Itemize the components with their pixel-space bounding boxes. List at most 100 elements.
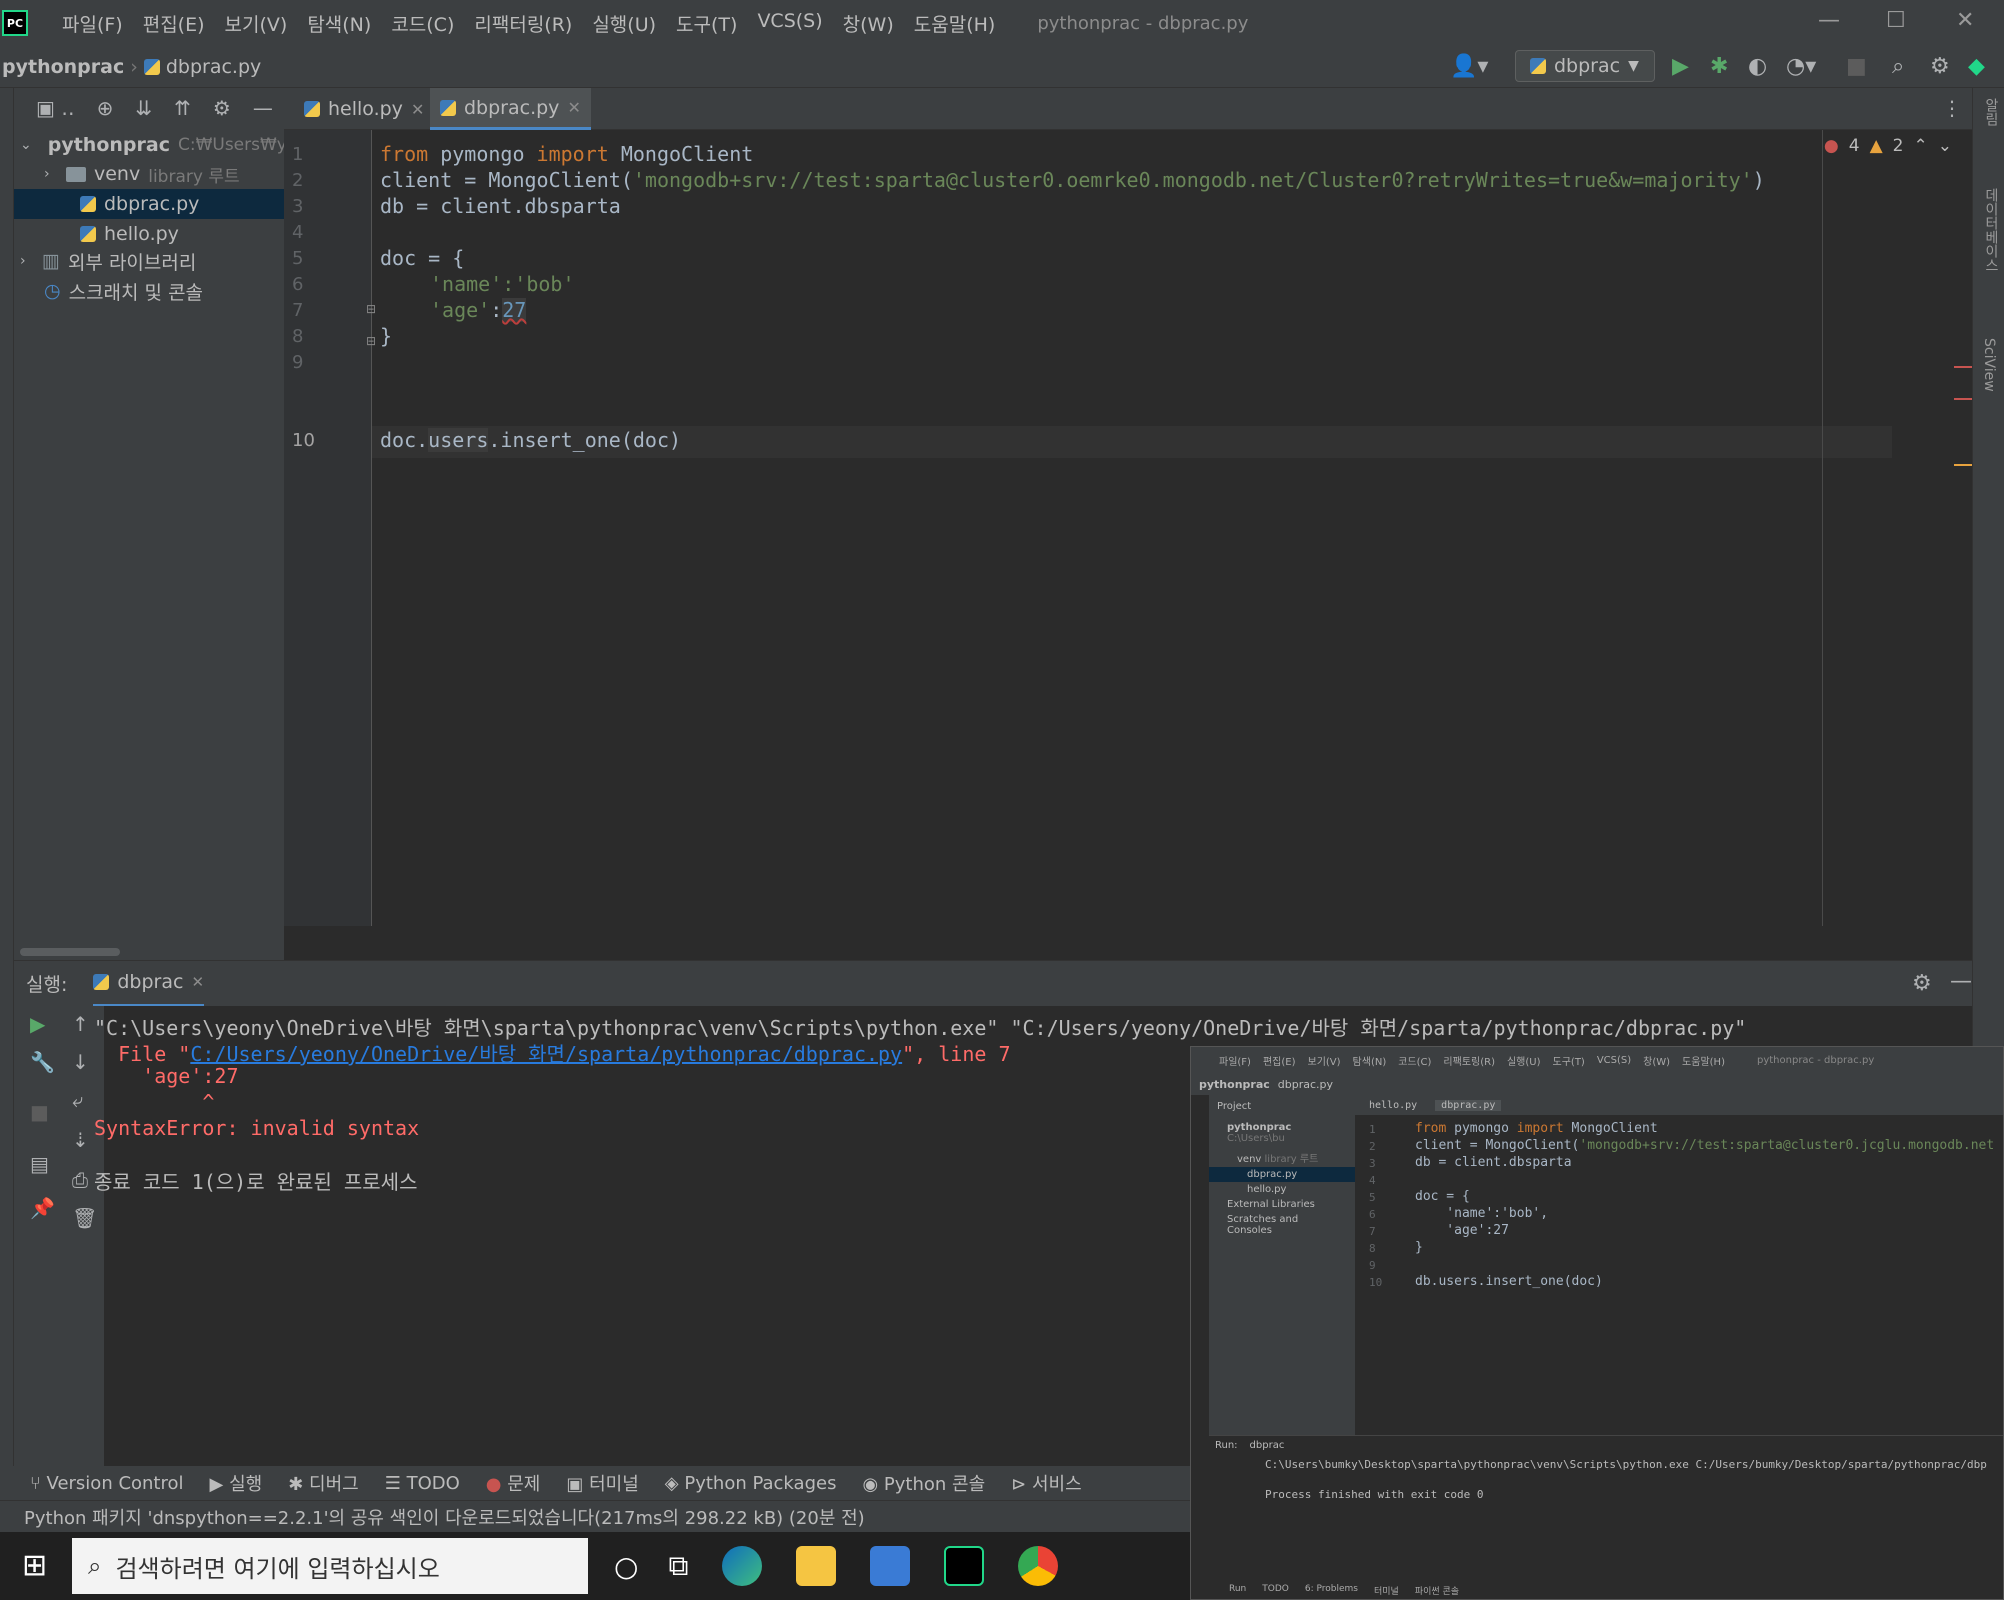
wrench-icon[interactable]: 🔧: [30, 1050, 55, 1074]
search-icon[interactable]: ⌕: [1892, 54, 1904, 79]
expand-all-icon[interactable]: ⇊: [135, 96, 152, 120]
layout-icon[interactable]: ▤: [30, 1152, 49, 1176]
tab-hello[interactable]: hello.py ✕: [294, 88, 434, 130]
tool-debug[interactable]: ✱ 디버그: [288, 1470, 359, 1496]
scroll-to-end-icon[interactable]: ⇣: [72, 1128, 89, 1152]
arrow-down-icon[interactable]: ↓: [72, 1050, 89, 1074]
user-icon[interactable]: 👤▾: [1450, 54, 1488, 79]
chrome-icon[interactable]: [1018, 1546, 1059, 1586]
error-stripe-marker[interactable]: [1954, 398, 1972, 400]
close-tab-icon[interactable]: ✕: [567, 98, 580, 117]
arrow-up-icon[interactable]: ↑: [72, 1012, 89, 1036]
pin-icon[interactable]: 📌: [30, 1196, 55, 1220]
tool-services[interactable]: ⊳ 서비스: [1011, 1470, 1082, 1496]
menu-refactor[interactable]: 리팩터링(R): [464, 10, 582, 37]
tool-terminal[interactable]: ▣ 터미널: [566, 1470, 638, 1496]
tool-version-control[interactable]: ⑂ Version Control: [30, 1473, 184, 1494]
terminal-icon: ▣: [566, 1474, 590, 1495]
menu-code[interactable]: 코드(C): [381, 10, 464, 37]
print-icon[interactable]: ⎙: [72, 1168, 88, 1192]
cortana-icon[interactable]: ○: [614, 1550, 638, 1583]
maximize-icon[interactable]: ☐: [1886, 8, 1906, 33]
menu-file[interactable]: 파일(F): [52, 10, 133, 37]
console-syntax-error: SyntaxError: invalid syntax: [94, 1116, 420, 1140]
run-tab-dbprac[interactable]: dbprac ✕: [93, 961, 205, 1007]
warning-stripe-marker[interactable]: [1954, 464, 1972, 466]
edge-icon[interactable]: [722, 1546, 763, 1586]
close-window-icon[interactable]: ✕: [1956, 8, 1974, 33]
hide-icon[interactable]: —: [253, 96, 273, 120]
menu-run[interactable]: 실행(U): [582, 10, 666, 37]
horizontal-scrollbar[interactable]: [20, 948, 120, 956]
fold-icon[interactable]: ⊟: [366, 334, 376, 348]
rerun-icon[interactable]: ▶: [30, 1012, 45, 1036]
file-explorer-icon[interactable]: [796, 1546, 837, 1586]
tree-item-hello[interactable]: hello.py: [80, 219, 179, 249]
chevron-up-icon[interactable]: ⌃: [1914, 136, 1928, 156]
hide-panel-icon[interactable]: —: [1950, 969, 1972, 994]
debug-icon[interactable]: ✱: [1710, 54, 1728, 79]
error-stripe-marker[interactable]: [1954, 366, 1972, 368]
notifications-tab[interactable]: 알림: [1981, 98, 2001, 126]
minimize-icon[interactable]: —: [1818, 8, 1840, 33]
tree-item-external-libraries[interactable]: › ▥ 외부 라이브러리: [20, 246, 196, 276]
settings-icon[interactable]: ⚙: [1930, 54, 1950, 79]
tree-item-scratches[interactable]: ◷ 스크래치 및 콘솔: [44, 276, 203, 306]
soft-wrap-icon[interactable]: ⤶: [72, 1088, 83, 1112]
tool-python-console[interactable]: ◉ Python 콘솔: [862, 1470, 985, 1496]
tool-todo[interactable]: ☰ TODO: [385, 1473, 460, 1494]
tree-item-dbprac[interactable]: dbprac.py: [14, 189, 284, 219]
code-editor[interactable]: 1 2 3 4 5 6 7 8 9 10 ⊟ ⊟ from pymongo im…: [284, 130, 1972, 960]
close-tab-icon[interactable]: ✕: [411, 100, 424, 119]
locate-icon[interactable]: ⊕: [97, 96, 114, 120]
menu-tools[interactable]: 도구(T): [666, 10, 747, 37]
console-file-link[interactable]: C:/Users/yeony/OneDrive/바탕 화면/sparta/pyt…: [190, 1042, 902, 1066]
tree-item-venv[interactable]: › venv library 루트: [44, 159, 240, 189]
pycharm-taskbar-icon[interactable]: [944, 1546, 985, 1586]
stop-icon[interactable]: ■: [30, 1100, 49, 1124]
tool-run[interactable]: ▶ 실행: [210, 1470, 263, 1496]
database-tab[interactable]: 데이터베이스: [1981, 188, 2001, 272]
windows-taskbar: ⊞ ⌕ 검색하려면 여기에 입력하십시오 ○ ⧉: [0, 1532, 1190, 1600]
run-configuration-select[interactable]: dbprac ▼: [1515, 50, 1655, 82]
chevron-down-icon[interactable]: ⌄: [1938, 136, 1952, 156]
fold-icon[interactable]: ⊟: [366, 302, 376, 316]
python-file-icon: [440, 99, 456, 116]
status-message[interactable]: Python 패키지 'dnspython==2.2.1'의 공유 색인이 다운…: [24, 1504, 865, 1530]
menu-help[interactable]: 도움말(H): [904, 10, 1006, 37]
trash-icon[interactable]: 🗑: [72, 1206, 97, 1230]
tree-scratch-label: 스크래치 및 콘솔: [68, 281, 204, 304]
tool-python-packages[interactable]: ◈ Python Packages: [665, 1473, 837, 1494]
task-view-icon[interactable]: ⧉: [668, 1549, 688, 1583]
collapse-all-icon[interactable]: ⇈: [174, 96, 191, 120]
menu-edit[interactable]: 편집(E): [133, 10, 215, 37]
inspection-widget[interactable]: ● 4 ▲ 2 ⌃ ⌄: [1824, 136, 1952, 156]
breadcrumb-file[interactable]: dbprac.py: [166, 56, 261, 78]
menu-vcs[interactable]: VCS(S): [747, 10, 832, 37]
taskbar-search-box[interactable]: ⌕ 검색하려면 여기에 입력하십시오: [72, 1538, 588, 1594]
menu-window[interactable]: 창(W): [833, 10, 904, 37]
more-tabs-icon[interactable]: ⋮: [1942, 96, 1962, 120]
run-icon[interactable]: ▶: [1672, 54, 1689, 79]
tool-problems[interactable]: ● 문제: [486, 1470, 541, 1496]
tree-item-project-root[interactable]: ⌄ pythonprac C:₩Users₩y: [20, 130, 287, 160]
gear-icon[interactable]: ⚙: [213, 96, 231, 120]
windows-start-icon[interactable]: ⊞: [22, 1548, 47, 1583]
close-tab-icon[interactable]: ✕: [191, 973, 204, 991]
pycharm-logo-icon: PC: [2, 10, 28, 36]
coverage-icon[interactable]: ◐: [1748, 54, 1767, 79]
menu-navigate[interactable]: 탐색(N): [297, 10, 381, 37]
stop-icon[interactable]: ■: [1846, 54, 1867, 79]
tab-dbprac[interactable]: dbprac.py ✕: [430, 88, 591, 130]
jetbrains-toolbox-icon[interactable]: ◆: [1968, 54, 1985, 79]
profile-icon[interactable]: ◔▾: [1786, 54, 1816, 79]
branch-icon: ⑂: [30, 1472, 47, 1494]
sciview-tab[interactable]: SciView: [1981, 338, 1997, 392]
gear-icon[interactable]: ⚙: [1912, 971, 1932, 996]
menu-view[interactable]: 보기(V): [215, 10, 298, 37]
project-view-icon[interactable]: ▣ ‥: [36, 96, 75, 120]
overlay-project-panel: Project pythonprac C:\Users\bu venv libr…: [1209, 1095, 1355, 1435]
breadcrumb-project[interactable]: pythonprac: [2, 56, 124, 78]
store-icon[interactable]: [870, 1546, 911, 1586]
left-tool-strip: [0, 88, 14, 1488]
